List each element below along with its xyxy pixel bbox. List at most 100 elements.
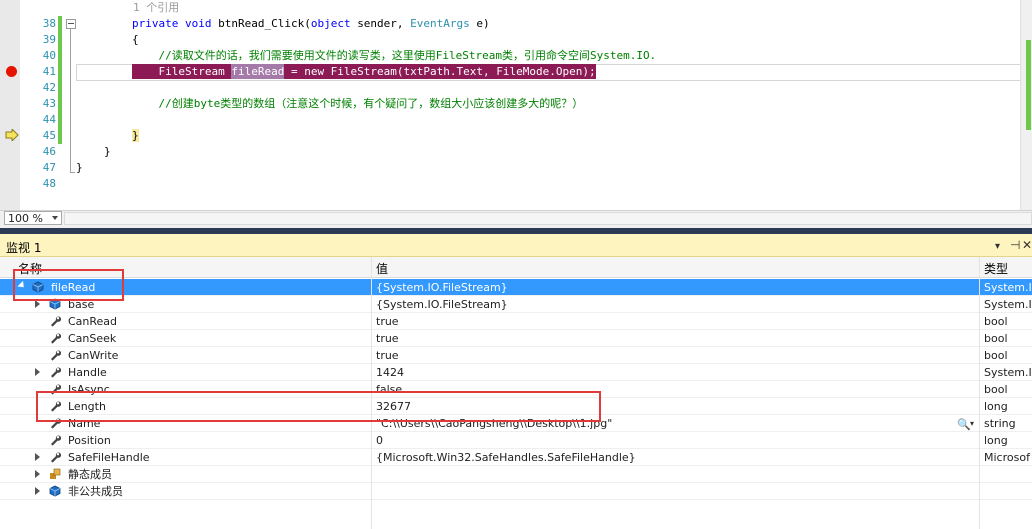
wrench-icon bbox=[49, 366, 62, 378]
code-token: } bbox=[76, 161, 83, 174]
watch-type-cell: System.I bbox=[984, 298, 1032, 311]
code-text[interactable]: { bbox=[132, 32, 139, 48]
watch-grid-header: 名称 值 类型 bbox=[0, 257, 1032, 278]
watch-row[interactable]: CanSeek true bool bbox=[0, 330, 1032, 347]
watch-row[interactable]: CanRead true bool bbox=[0, 313, 1032, 330]
expand-arrow-icon[interactable] bbox=[35, 300, 40, 308]
code-token: sender, bbox=[357, 17, 411, 30]
code-token: object bbox=[310, 17, 358, 30]
watch-type-cell: long bbox=[984, 434, 1008, 447]
watch-name-cell[interactable]: 静态成员 bbox=[68, 467, 112, 482]
code-text[interactable]: FileStream fileRead = new FileStream(txt… bbox=[132, 64, 596, 80]
watch-row[interactable]: Handle 1424 System.I bbox=[0, 364, 1032, 381]
watch-value-cell[interactable]: true bbox=[376, 314, 976, 329]
code-token: //读取文件的话，我们需要使用文件的读写类，这里使用FileStream类，引用… bbox=[132, 49, 657, 62]
watch-name-cell[interactable]: CanSeek bbox=[68, 331, 116, 346]
code-line[interactable]: 42 bbox=[0, 80, 1020, 96]
code-line[interactable]: 40 //读取文件的话，我们需要使用文件的读写类，这里使用FileStream类… bbox=[0, 48, 1020, 64]
code-text[interactable]: //读取文件的话，我们需要使用文件的读写类，这里使用FileStream类，引用… bbox=[132, 48, 656, 64]
pin-icon[interactable]: ⊣ bbox=[1010, 238, 1020, 252]
code-editor[interactable]: 1 个引用 38 private void btnRead_Click(objec… bbox=[0, 0, 1032, 210]
code-line[interactable]: 47} bbox=[0, 160, 1020, 176]
code-text[interactable]: } bbox=[132, 128, 139, 144]
watch-type-cell: bool bbox=[984, 332, 1008, 345]
code-text[interactable]: //创建byte类型的数组（注意这个时候，有个疑问了，数组大小应该创建多大的呢？… bbox=[132, 96, 583, 112]
watch-window-titlebar[interactable]: 监视 1 bbox=[0, 234, 1032, 257]
visualizer-dropdown-icon[interactable]: ▾ bbox=[970, 419, 974, 428]
watch-value-cell[interactable]: true bbox=[376, 348, 976, 363]
watch-name-cell[interactable]: 非公共成员 bbox=[68, 484, 123, 499]
watch-name-cell[interactable]: Position bbox=[68, 433, 111, 448]
watch-value-cell[interactable]: 0 bbox=[376, 433, 976, 448]
watch-row[interactable]: fileRead {System.IO.FileStream} System.I bbox=[0, 279, 1032, 296]
wrench-icon bbox=[49, 349, 62, 361]
expand-arrow-icon[interactable] bbox=[35, 453, 40, 461]
code-token: = new FileStream(txtPath.Text, FileMode.… bbox=[284, 64, 596, 79]
code-line[interactable]: 48 bbox=[0, 176, 1020, 192]
line-number: 43 bbox=[42, 97, 56, 110]
editor-horizontal-scrollbar[interactable] bbox=[64, 212, 1032, 225]
code-text[interactable]: private void btnRead_Click(object sender… bbox=[132, 16, 490, 32]
code-text[interactable]: } bbox=[76, 160, 83, 176]
code-token: void bbox=[184, 17, 219, 30]
watch-row[interactable]: 非公共成员 bbox=[0, 483, 1032, 500]
watch-value-cell[interactable]: {System.IO.FileStream} bbox=[376, 297, 976, 312]
line-number: 47 bbox=[42, 161, 56, 174]
wrench-icon bbox=[49, 451, 62, 463]
line-number: 41 bbox=[42, 65, 56, 78]
line-number: 45 bbox=[42, 129, 56, 142]
watch-type-cell: bool bbox=[984, 349, 1008, 362]
code-token: } bbox=[132, 129, 139, 142]
code-line[interactable]: 44 bbox=[0, 112, 1020, 128]
watch-row[interactable]: base {System.IO.FileStream} System.I bbox=[0, 296, 1032, 313]
watch-type-cell: System.I bbox=[984, 366, 1032, 379]
watch-name-cell[interactable]: CanRead bbox=[68, 314, 117, 329]
watch-type-cell: bool bbox=[984, 383, 1008, 396]
wrench-icon bbox=[49, 434, 62, 446]
code-line[interactable]: 38 private void btnRead_Click(object send… bbox=[0, 16, 1020, 32]
watch-row[interactable]: SafeFileHandle {Microsoft.Win32.SafeHandl… bbox=[0, 449, 1032, 466]
code-token: fileRead bbox=[231, 64, 285, 79]
watch-value-cell[interactable]: 1424 bbox=[376, 365, 976, 380]
column-header-type[interactable]: 类型 bbox=[984, 260, 1008, 277]
watch-name-cell[interactable]: SafeFileHandle bbox=[68, 450, 150, 465]
chevron-down-icon[interactable] bbox=[52, 216, 58, 220]
wrench-icon bbox=[49, 332, 62, 344]
window-menu-icon[interactable]: ▾ bbox=[995, 241, 1000, 252]
watch-row[interactable]: Position 0 long bbox=[0, 432, 1032, 449]
code-text[interactable]: } bbox=[104, 144, 111, 160]
watch-value-cell[interactable]: true bbox=[376, 331, 976, 346]
watch-window-title: 监视 1 bbox=[6, 241, 42, 255]
line-number: 44 bbox=[42, 113, 56, 126]
code-line[interactable]: 43 //创建byte类型的数组（注意这个时候，有个疑问了，数组大小应该创建多大… bbox=[0, 96, 1020, 112]
annotation-box-fileRead bbox=[13, 269, 124, 301]
line-number: 46 bbox=[42, 145, 56, 158]
watch-type-cell: string bbox=[984, 417, 1016, 430]
reference-codelens[interactable]: 1 个引用 bbox=[133, 0, 179, 16]
code-line[interactable]: 41 FileStream fileRead = new FileStream(… bbox=[0, 64, 1020, 80]
watch-row[interactable]: CanWrite true bool bbox=[0, 347, 1032, 364]
breakpoint-icon[interactable] bbox=[6, 66, 17, 77]
watch-row[interactable]: 静态成员 bbox=[0, 466, 1032, 483]
expand-arrow-icon[interactable] bbox=[35, 368, 40, 376]
expand-arrow-icon[interactable] bbox=[35, 470, 40, 478]
code-line[interactable]: 39 { bbox=[0, 32, 1020, 48]
column-header-value[interactable]: 值 bbox=[376, 260, 388, 277]
object-icon bbox=[49, 485, 61, 497]
text-visualizer-icon[interactable]: 🔍 bbox=[957, 418, 971, 431]
code-line[interactable]: 45} bbox=[0, 128, 1020, 144]
expand-arrow-icon[interactable] bbox=[35, 487, 40, 495]
code-token: private bbox=[132, 17, 185, 30]
column-separator[interactable] bbox=[979, 257, 980, 529]
watch-value-cell[interactable]: {System.IO.FileStream} bbox=[376, 280, 976, 295]
instruction-pointer-icon bbox=[5, 129, 19, 141]
close-icon[interactable]: ✕ bbox=[1022, 238, 1032, 252]
watch-type-cell: bool bbox=[984, 315, 1008, 328]
watch-name-cell[interactable]: Handle bbox=[68, 365, 107, 380]
watch-value-cell[interactable]: {Microsoft.Win32.SafeHandles.SafeFileHan… bbox=[376, 450, 976, 465]
line-number: 40 bbox=[42, 49, 56, 62]
watch-name-cell[interactable]: CanWrite bbox=[68, 348, 118, 363]
code-line[interactable]: 46} bbox=[0, 144, 1020, 160]
line-number: 39 bbox=[42, 33, 56, 46]
code-token: FileStream bbox=[132, 64, 232, 79]
